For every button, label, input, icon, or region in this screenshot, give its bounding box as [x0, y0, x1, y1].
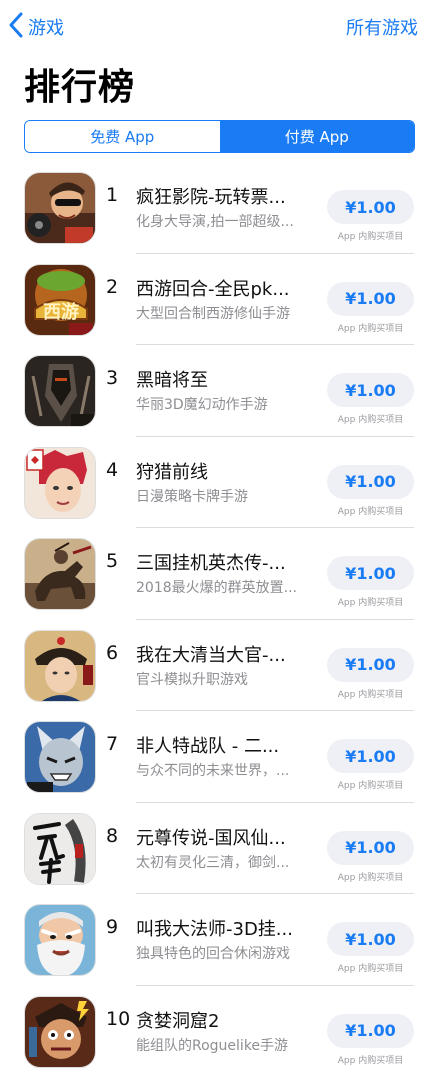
all-games-link[interactable]: 所有游戏: [346, 14, 418, 40]
app-subtitle: 大型回合制西游修仙手游: [136, 303, 314, 323]
list-item[interactable]: 西游 2 西游回合-全民pk... 大型回合制西游修仙手游 ¥1.00 App …: [0, 254, 438, 346]
greedy-cave-game-icon[interactable]: [24, 996, 96, 1068]
app-subtitle: 太初有灵化三清，御剑...: [136, 852, 314, 872]
app-name: 狩猎前线: [136, 458, 316, 484]
in-app-purchase-note: App 内购买项目: [327, 687, 414, 700]
app-name: 三国挂机英杰传-...: [136, 549, 316, 575]
app-name: 黑暗将至: [136, 366, 316, 392]
mech-squad-game-icon[interactable]: [24, 721, 96, 793]
rank-number: 4: [106, 459, 134, 481]
list-item[interactable]: 7 非人特战队 - 二... 与众不同的未来世界，... ¥1.00 App 内…: [0, 711, 438, 803]
chevron-left-icon: [8, 12, 24, 42]
in-app-purchase-note: App 内购买项目: [327, 778, 414, 791]
list-item[interactable]: 9 叫我大法师-3D挂... 独具特色的回合休闲游戏 ¥1.00 App 内购买…: [0, 894, 438, 986]
navigation-bar: 游戏 所有游戏: [0, 0, 438, 54]
in-app-purchase-note: App 内购买项目: [327, 961, 414, 974]
dark-knight-game-icon[interactable]: [24, 355, 96, 427]
rank-number: 2: [106, 276, 134, 298]
rank-number: 5: [106, 550, 134, 572]
page-title: 排行榜: [24, 58, 135, 110]
price-button[interactable]: ¥1.00: [327, 373, 414, 407]
ranking-list: 1 疯狂影院-玩转票... 化身大导演,拍一部超级... ¥1.00 App 内…: [0, 162, 438, 1077]
app-subtitle: 华丽3D魔幻动作手游: [136, 394, 314, 414]
app-subtitle: 独具特色的回合休闲游戏: [136, 943, 314, 963]
app-name: 我在大清当大官-...: [136, 641, 316, 667]
in-app-purchase-note: App 内购买项目: [327, 229, 414, 242]
list-item[interactable]: 1 疯狂影院-玩转票... 化身大导演,拍一部超级... ¥1.00 App 内…: [0, 162, 438, 254]
three-kingdoms-game-icon[interactable]: [24, 538, 96, 610]
app-name: 贪婪洞窟2: [136, 1007, 316, 1033]
list-item[interactable]: 3 黑暗将至 华丽3D魔幻动作手游 ¥1.00 App 内购买项目: [0, 345, 438, 437]
app-name: 非人特战队 - 二...: [136, 732, 316, 758]
app-subtitle: 2018最火爆的群英放置...: [136, 577, 314, 597]
back-button[interactable]: 游戏: [8, 12, 64, 42]
tab-paid-apps[interactable]: 付费 App: [220, 121, 415, 152]
app-subtitle: 化身大导演,拍一部超级...: [136, 211, 314, 231]
svg-text:西游: 西游: [43, 301, 79, 323]
back-label: 游戏: [28, 14, 64, 40]
rank-number: 10: [106, 1008, 134, 1030]
list-item[interactable]: 8 元尊传说-国风仙... 太初有灵化三清，御剑... ¥1.00 App 内购…: [0, 803, 438, 895]
hunter-game-icon[interactable]: [24, 447, 96, 519]
price-button[interactable]: ¥1.00: [327, 1014, 414, 1048]
app-name: 疯狂影院-玩转票...: [136, 183, 316, 209]
in-app-purchase-note: App 内购买项目: [327, 412, 414, 425]
rank-number: 3: [106, 367, 134, 389]
segmented-control: 免费 App 付费 App: [24, 120, 415, 153]
qing-official-game-icon[interactable]: [24, 630, 96, 702]
price-button[interactable]: ¥1.00: [327, 190, 414, 224]
in-app-purchase-note: App 内购买项目: [327, 595, 414, 608]
yuanzun-game-icon[interactable]: [24, 813, 96, 885]
app-name: 西游回合-全民pk...: [136, 275, 316, 301]
app-subtitle: 官斗模拟升职游戏: [136, 669, 314, 689]
list-item[interactable]: 5 三国挂机英杰传-... 2018最火爆的群英放置... ¥1.00 App …: [0, 528, 438, 620]
price-button[interactable]: ¥1.00: [327, 556, 414, 590]
in-app-purchase-note: App 内购买项目: [327, 321, 414, 334]
price-button[interactable]: ¥1.00: [327, 465, 414, 499]
rank-number: 6: [106, 642, 134, 664]
price-button[interactable]: ¥1.00: [327, 739, 414, 773]
app-name: 叫我大法师-3D挂...: [136, 915, 316, 941]
wizard-game-icon[interactable]: [24, 904, 96, 976]
rank-number: 9: [106, 916, 134, 938]
price-button[interactable]: ¥1.00: [327, 282, 414, 316]
app-name: 元尊传说-国风仙...: [136, 824, 316, 850]
cinema-game-icon[interactable]: [24, 172, 96, 244]
app-subtitle: 日漫策略卡牌手游: [136, 486, 314, 506]
in-app-purchase-note: App 内购买项目: [327, 1053, 414, 1066]
app-subtitle: 与众不同的未来世界，...: [136, 760, 314, 780]
app-subtitle: 能组队的Roguelike手游: [136, 1035, 314, 1055]
price-button[interactable]: ¥1.00: [327, 831, 414, 865]
in-app-purchase-note: App 内购买项目: [327, 870, 414, 883]
list-item[interactable]: 10 贪婪洞窟2 能组队的Roguelike手游 ¥1.00 App 内购买项目: [0, 986, 438, 1077]
tab-free-apps[interactable]: 免费 App: [25, 121, 220, 152]
price-button[interactable]: ¥1.00: [327, 648, 414, 682]
price-button[interactable]: ¥1.00: [327, 922, 414, 956]
list-item[interactable]: 6 我在大清当大官-... 官斗模拟升职游戏 ¥1.00 App 内购买项目: [0, 620, 438, 712]
rank-number: 8: [106, 825, 134, 847]
list-item[interactable]: 4 狩猎前线 日漫策略卡牌手游 ¥1.00 App 内购买项目: [0, 437, 438, 529]
rank-number: 7: [106, 733, 134, 755]
rank-number: 1: [106, 184, 134, 206]
in-app-purchase-note: App 内购买项目: [327, 504, 414, 517]
xiyou-game-icon[interactable]: 西游: [24, 264, 96, 336]
